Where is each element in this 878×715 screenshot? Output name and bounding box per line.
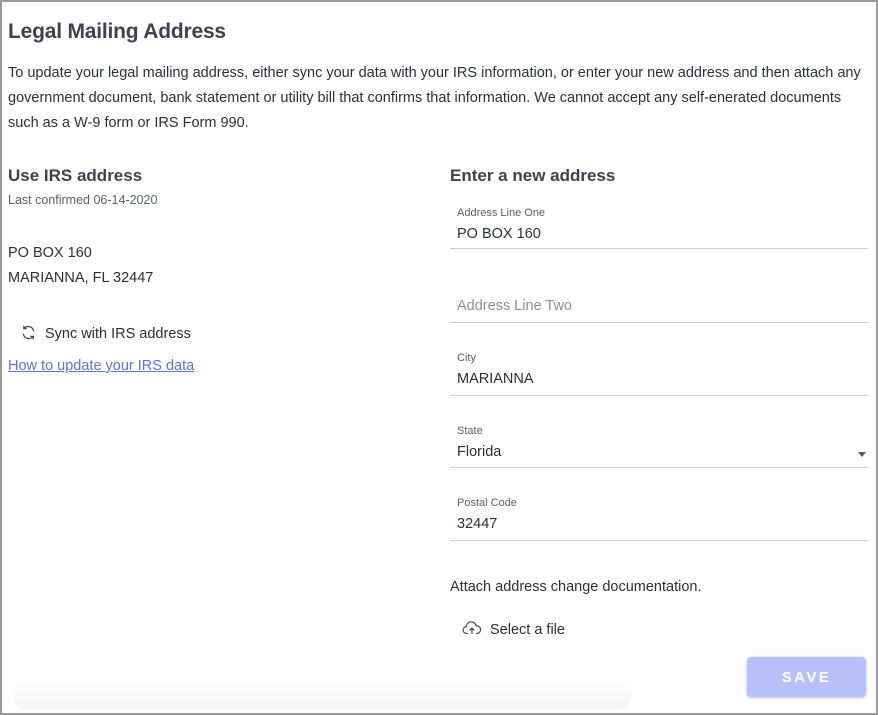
sync-icon [20, 324, 37, 345]
new-address-heading: Enter a new address [450, 166, 616, 185]
sync-button[interactable]: Sync with IRS address [20, 323, 191, 345]
chevron-down-icon [858, 452, 866, 457]
save-button[interactable]: SAVE [747, 657, 866, 697]
address-line-one-value: PO BOX 160 [457, 226, 541, 242]
page-title: Legal Mailing Address [8, 20, 226, 43]
irs-help-link[interactable]: How to update your IRS data [8, 358, 194, 374]
address-panel: Legal Mailing Address To update your leg… [0, 0, 878, 715]
address-line-one-field[interactable]: Address Line One PO BOX 160 [450, 202, 868, 249]
cloud-upload-icon [462, 620, 482, 640]
irs-address-line-1: PO BOX 160 [8, 245, 92, 261]
attach-documentation-label: Attach address change documentation. [450, 579, 702, 595]
select-file-button[interactable]: Select a file [462, 619, 565, 641]
irs-heading: Use IRS address [8, 166, 143, 185]
select-file-label: Select a file [490, 622, 565, 638]
city-field[interactable]: City MARIANNA [450, 347, 868, 396]
city-value: MARIANNA [457, 371, 534, 387]
irs-address-line-2: MARIANNA, FL 32447 [8, 270, 154, 286]
bottom-shadow [12, 680, 632, 710]
address-line-two-placeholder: Address Line Two [457, 298, 572, 314]
postal-code-label: Postal Code [457, 497, 517, 509]
address-line-two-field[interactable]: Address Line Two [450, 274, 868, 323]
state-value: Florida [457, 444, 502, 460]
postal-code-field[interactable]: Postal Code 32447 [450, 492, 868, 541]
sync-label: Sync with IRS address [45, 326, 191, 342]
city-label: City [457, 352, 476, 364]
last-confirmed-text: Last confirmed 06-14-2020 [8, 193, 158, 207]
state-select[interactable]: State Florida [450, 420, 868, 468]
intro-text: To update your legal mailing address, ei… [8, 65, 861, 131]
postal-code-value: 32447 [457, 516, 498, 532]
address-line-one-label: Address Line One [457, 207, 546, 219]
state-label: State [457, 425, 483, 437]
